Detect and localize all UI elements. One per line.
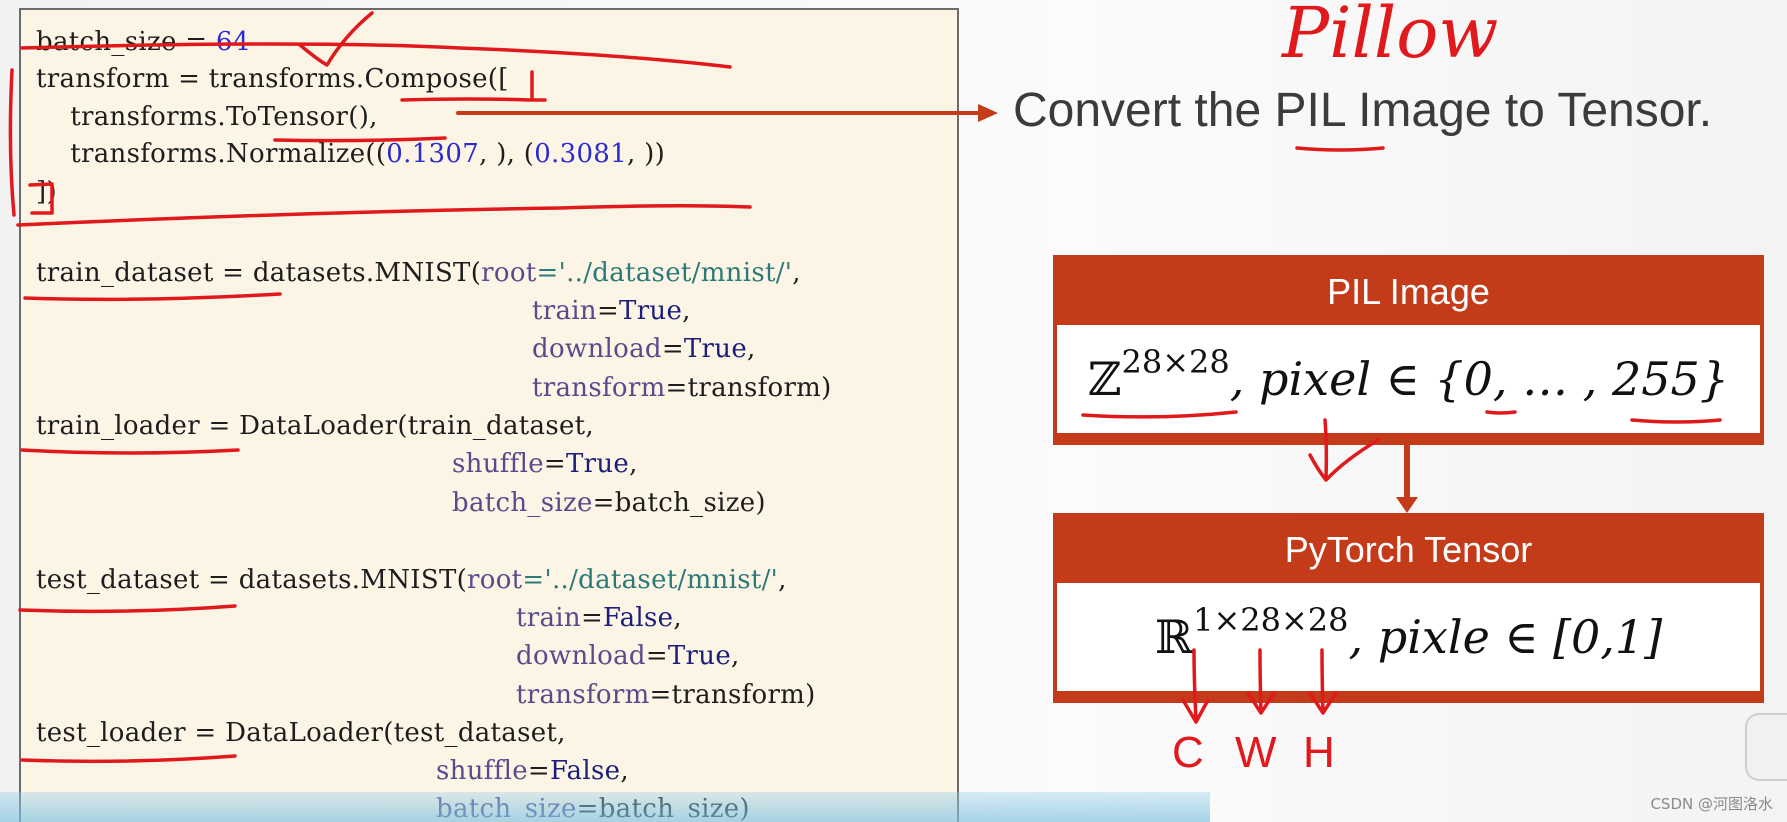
flow-arrow-shaft: [1404, 445, 1410, 500]
side-panel-toggle[interactable]: [1745, 713, 1787, 781]
code-line-batch-size: batch_size = 64: [36, 27, 250, 57]
code-line-batch-arg: batch_size=batch_size): [452, 488, 766, 518]
code-line-test-loader: test_loader = DataLoader(test_dataset,: [36, 718, 566, 748]
width-label: W: [1235, 728, 1277, 777]
handwritten-pillow-note: Pillow: [1282, 0, 1499, 74]
code-line-normalize: transforms.Normalize((0.1307, ), (0.3081…: [36, 139, 666, 169]
watermark: CSDN @河图洛水: [1650, 795, 1773, 813]
code-line-totensor: transforms.ToTensor(),: [36, 102, 378, 132]
pil-image-formula: ℤ28×28, pixel ∈ {0, … , 255}: [1057, 325, 1760, 433]
pil-image-box: PIL Image ℤ28×28, pixel ∈ {0, … , 255}: [1053, 255, 1764, 445]
code-line-download-arg: download=True,: [532, 334, 756, 364]
code-line-shuffle-arg: shuffle=True,: [452, 449, 638, 479]
flow-arrow-head: [1396, 497, 1418, 513]
pil-image-title: PIL Image: [1327, 271, 1490, 312]
code-line-transform-arg: transform=transform): [532, 373, 832, 403]
channel-label: C: [1172, 728, 1204, 777]
code-panel: batch_size = 64 transform = transforms.C…: [19, 8, 959, 822]
code-line-test-dataset: test_dataset = datasets.MNIST(root='../d…: [36, 565, 787, 595]
code-line-train-arg: train=True,: [532, 296, 691, 326]
code-line-train-dataset: train_dataset = datasets.MNIST(root='../…: [36, 258, 801, 288]
background-water-strip: [0, 792, 1210, 822]
pytorch-tensor-title: PyTorch Tensor: [1284, 529, 1533, 570]
code-line-test-shuffle-arg: shuffle=False,: [436, 756, 629, 786]
pytorch-tensor-box: PyTorch Tensor ℝ1×28×28, pixle ∈ [0,1]: [1053, 513, 1764, 703]
code-line-test-transform-arg: transform=transform): [516, 680, 816, 710]
code-line-test-download-arg: download=True,: [516, 641, 740, 671]
code-line-train-loader: train_loader = DataLoader(train_dataset,: [36, 411, 594, 441]
height-label: H: [1303, 728, 1335, 777]
code-line-transform: transform = transforms.Compose([: [36, 64, 509, 94]
pytorch-tensor-formula: ℝ1×28×28, pixle ∈ [0,1]: [1057, 583, 1760, 691]
code-line-test-train-arg: train=False,: [516, 603, 682, 633]
convert-caption: Convert the PIL Image to Tensor.: [1013, 84, 1713, 137]
code-line-close: ]): [36, 177, 57, 207]
